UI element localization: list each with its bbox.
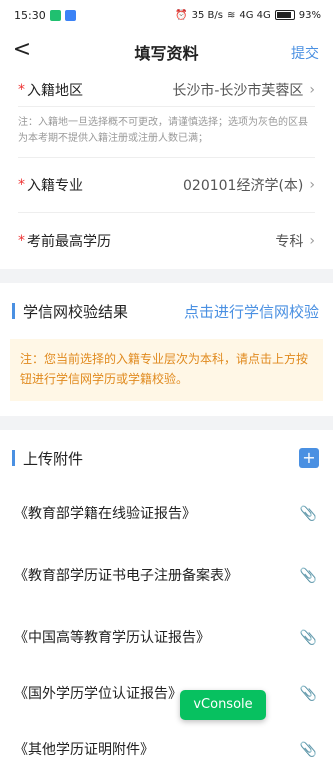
education-row[interactable]: * 考前最高学历 专科 › <box>18 213 315 269</box>
app-notification-icon <box>49 9 61 21</box>
education-label: 考前最高学历 <box>27 234 111 250</box>
verify-link[interactable]: 点击进行学信网校验 <box>184 301 319 322</box>
attachment-item[interactable]: 《国外学历学位认证报告》 📎 <box>0 666 333 722</box>
verify-card: 学信网校验结果 点击进行学信网校验 注：您当前选择的入籍专业层次为本科，请点击上… <box>0 283 333 416</box>
section-bar <box>12 303 15 319</box>
net-speed: 35 B/s <box>191 9 223 21</box>
verify-title: 学信网校验结果 <box>23 302 129 321</box>
paperclip-icon[interactable]: 📎 <box>300 568 317 584</box>
status-time: 15:30 <box>14 8 46 22</box>
paperclip-icon[interactable]: 📎 <box>300 630 317 646</box>
major-label: 入籍专业 <box>27 178 83 194</box>
education-value: 专科 <box>275 234 304 250</box>
back-arrow-icon[interactable]: < <box>12 39 32 61</box>
region-row[interactable]: * 入籍地区 长沙市-长沙市芙蓉区 › <box>18 74 315 107</box>
region-value: 长沙市-长沙市芙蓉区 <box>172 83 304 99</box>
verify-warning: 注：您当前选择的入籍专业层次为本科，请点击上方按钮进行学信网学历或学籍校验。 <box>10 339 323 401</box>
required-mark: * <box>18 233 25 249</box>
wifi-icon: ≋ <box>226 9 236 21</box>
required-mark: * <box>18 82 25 98</box>
region-label: 入籍地区 <box>27 83 83 99</box>
signal-icon: 4G 4G <box>239 9 271 21</box>
chevron-right-icon: › <box>309 177 315 193</box>
page-title: 填写资料 <box>134 44 199 63</box>
chevron-right-icon: › <box>309 82 315 98</box>
paperclip-icon[interactable]: 📎 <box>300 506 317 522</box>
plus-icon[interactable]: + <box>299 448 319 468</box>
attachment-label: 《其他学历证明附件》 <box>14 742 154 758</box>
attachments-title: 上传附件 <box>23 449 84 468</box>
battery-icon <box>274 10 295 20</box>
form-card: * 入籍地区 长沙市-长沙市芙蓉区 › 注：入籍地一旦选择概不可更改，请谨慎选择… <box>0 74 333 269</box>
status-bar: 15:30 ⏰ 35 B/s ≋ 4G 4G 93% <box>0 0 333 30</box>
attachment-item[interactable]: 《教育部学历证书电子注册备案表》 📎 <box>0 542 333 610</box>
attachment-item[interactable]: 《其他学历证明附件》 📎 <box>0 722 333 778</box>
major-value: 020101经济学(本) <box>183 178 304 194</box>
nav-bar: < 填写资料 提交 <box>0 30 333 74</box>
alarm-icon: ⏰ <box>175 9 188 21</box>
vconsole-button[interactable]: vConsole <box>180 690 266 720</box>
attachment-item[interactable]: 《教育部学籍在线验证报告》 📎 <box>0 486 333 542</box>
region-note: 注：入籍地一旦选择概不可更改，请谨慎选择；选项为灰色的区县为本考期不提供入籍注册… <box>18 107 315 158</box>
attachment-label: 《中国高等教育学历认证报告》 <box>14 630 210 646</box>
app-notification-icon-2 <box>64 9 76 21</box>
attachment-label: 《教育部学籍在线验证报告》 <box>14 506 196 522</box>
battery-level: 93% <box>298 9 321 21</box>
paperclip-icon[interactable]: 📎 <box>300 742 317 758</box>
required-mark: * <box>18 177 25 193</box>
chevron-right-icon: › <box>309 233 315 249</box>
attachment-label: 《教育部学历证书电子注册备案表》 <box>14 568 238 584</box>
attachment-item[interactable]: 《中国高等教育学历认证报告》 📎 <box>0 610 333 666</box>
paperclip-icon[interactable]: 📎 <box>300 686 317 702</box>
section-bar <box>12 450 15 466</box>
verify-header: 学信网校验结果 点击进行学信网校验 <box>0 283 333 339</box>
attachments-card: 上传附件 + 《教育部学籍在线验证报告》 📎 《教育部学历证书电子注册备案表》 … <box>0 430 333 778</box>
major-row[interactable]: * 入籍专业 020101经济学(本) › <box>18 158 315 213</box>
submit-button[interactable]: 提交 <box>291 43 319 63</box>
attachments-header: 上传附件 + <box>0 430 333 486</box>
